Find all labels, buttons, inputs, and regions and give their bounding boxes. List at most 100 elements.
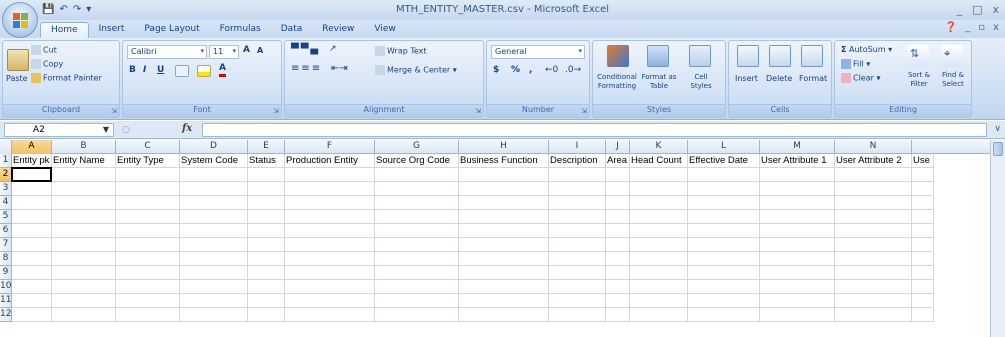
- cell[interactable]: [630, 224, 688, 238]
- column-header-l[interactable]: L: [688, 140, 760, 154]
- cell[interactable]: [688, 252, 760, 266]
- decrease-decimal-icon[interactable]: .0→: [565, 65, 581, 75]
- cell[interactable]: [688, 266, 760, 280]
- header-cell[interactable]: Effective Date: [688, 154, 760, 168]
- cell[interactable]: [606, 168, 630, 182]
- autosum-button[interactable]: Σ AutoSum ▾: [841, 45, 892, 54]
- cell[interactable]: [835, 224, 912, 238]
- cell[interactable]: [116, 196, 180, 210]
- number-format-combo[interactable]: General ▾: [491, 45, 585, 59]
- header-cell[interactable]: Status: [248, 154, 285, 168]
- cell[interactable]: [760, 252, 835, 266]
- cell[interactable]: [760, 294, 835, 308]
- expand-formula-bar-icon[interactable]: ∨: [994, 124, 1001, 134]
- align-top-icons[interactable]: ▀▀▄: [291, 44, 320, 55]
- cell[interactable]: [835, 266, 912, 280]
- tab-view[interactable]: View: [364, 22, 405, 38]
- format-as-table-button[interactable]: Format as Table: [639, 73, 679, 91]
- cell[interactable]: [688, 210, 760, 224]
- cell[interactable]: [285, 182, 375, 196]
- find-select-button[interactable]: Find & Select: [935, 71, 971, 89]
- cell[interactable]: [375, 308, 459, 322]
- cell[interactable]: [912, 280, 934, 294]
- cell[interactable]: [52, 280, 116, 294]
- row-header-10[interactable]: 10: [0, 280, 12, 294]
- cell[interactable]: [248, 168, 285, 182]
- office-button[interactable]: [2, 2, 38, 38]
- cell[interactable]: [549, 210, 606, 224]
- cell[interactable]: [248, 210, 285, 224]
- cell[interactable]: [12, 252, 52, 266]
- row-header-12[interactable]: 12: [0, 308, 12, 322]
- cell[interactable]: [760, 224, 835, 238]
- cell[interactable]: [180, 168, 248, 182]
- tab-home[interactable]: Home: [40, 22, 89, 38]
- cell[interactable]: [760, 280, 835, 294]
- cell[interactable]: [375, 224, 459, 238]
- cell[interactable]: [630, 238, 688, 252]
- cell[interactable]: [459, 252, 549, 266]
- cell[interactable]: [180, 252, 248, 266]
- insert-function-button[interactable]: fx: [182, 123, 192, 134]
- cell[interactable]: [549, 266, 606, 280]
- header-cell[interactable]: User Attribute 1: [760, 154, 835, 168]
- cell[interactable]: [835, 252, 912, 266]
- cell[interactable]: [52, 238, 116, 252]
- cell[interactable]: [760, 210, 835, 224]
- cell[interactable]: [248, 294, 285, 308]
- conditional-formatting-button[interactable]: Conditional Formatting: [595, 73, 639, 91]
- cell[interactable]: [285, 308, 375, 322]
- cell[interactable]: [375, 294, 459, 308]
- cell[interactable]: [116, 252, 180, 266]
- cell[interactable]: [116, 308, 180, 322]
- cell[interactable]: [180, 280, 248, 294]
- cell[interactable]: [630, 210, 688, 224]
- cell[interactable]: [248, 238, 285, 252]
- cell[interactable]: [52, 224, 116, 238]
- align-horizontal-icons[interactable]: ≡≡≡: [291, 63, 322, 74]
- cell[interactable]: [375, 182, 459, 196]
- cut-button[interactable]: Cut: [31, 45, 57, 55]
- cell[interactable]: [912, 210, 934, 224]
- name-box[interactable]: A2 ▼: [4, 123, 114, 137]
- number-launcher-icon[interactable]: ⇲: [581, 107, 587, 115]
- formula-input[interactable]: [202, 123, 987, 137]
- grow-font-button[interactable]: A: [243, 45, 250, 59]
- cell[interactable]: [375, 252, 459, 266]
- underline-button[interactable]: U: [157, 65, 164, 79]
- row-header-7[interactable]: 7: [0, 238, 12, 252]
- cell[interactable]: [12, 196, 52, 210]
- tab-page-layout[interactable]: Page Layout: [134, 22, 209, 38]
- cell[interactable]: [52, 182, 116, 196]
- cell[interactable]: [835, 238, 912, 252]
- tab-insert[interactable]: Insert: [89, 22, 135, 38]
- cell[interactable]: [606, 238, 630, 252]
- tab-review[interactable]: Review: [312, 22, 364, 38]
- cell[interactable]: [285, 224, 375, 238]
- column-header-f[interactable]: F: [285, 140, 375, 154]
- clipboard-launcher-icon[interactable]: ⇲: [111, 107, 117, 115]
- header-cell[interactable]: User Attribute 2: [835, 154, 912, 168]
- sort-filter-button[interactable]: Sort & Filter: [899, 71, 939, 89]
- ribbon-restore-icon[interactable]: ▫: [978, 22, 985, 33]
- cell[interactable]: [459, 238, 549, 252]
- cancel-entry-icon[interactable]: ○: [122, 125, 130, 135]
- cell[interactable]: [180, 224, 248, 238]
- cell[interactable]: [912, 182, 934, 196]
- cell[interactable]: [459, 294, 549, 308]
- cell[interactable]: [459, 266, 549, 280]
- cell[interactable]: [375, 238, 459, 252]
- cell[interactable]: [116, 224, 180, 238]
- cell[interactable]: [285, 238, 375, 252]
- cell[interactable]: [248, 252, 285, 266]
- cell[interactable]: [549, 280, 606, 294]
- cell[interactable]: [12, 238, 52, 252]
- cell[interactable]: [116, 294, 180, 308]
- cell[interactable]: [760, 308, 835, 322]
- fill-color-icon[interactable]: [197, 65, 211, 77]
- cell[interactable]: [760, 196, 835, 210]
- alignment-launcher-icon[interactable]: ⇲: [475, 107, 481, 115]
- cell[interactable]: [606, 182, 630, 196]
- help-icon[interactable]: ❓: [945, 22, 957, 33]
- cell[interactable]: [912, 252, 934, 266]
